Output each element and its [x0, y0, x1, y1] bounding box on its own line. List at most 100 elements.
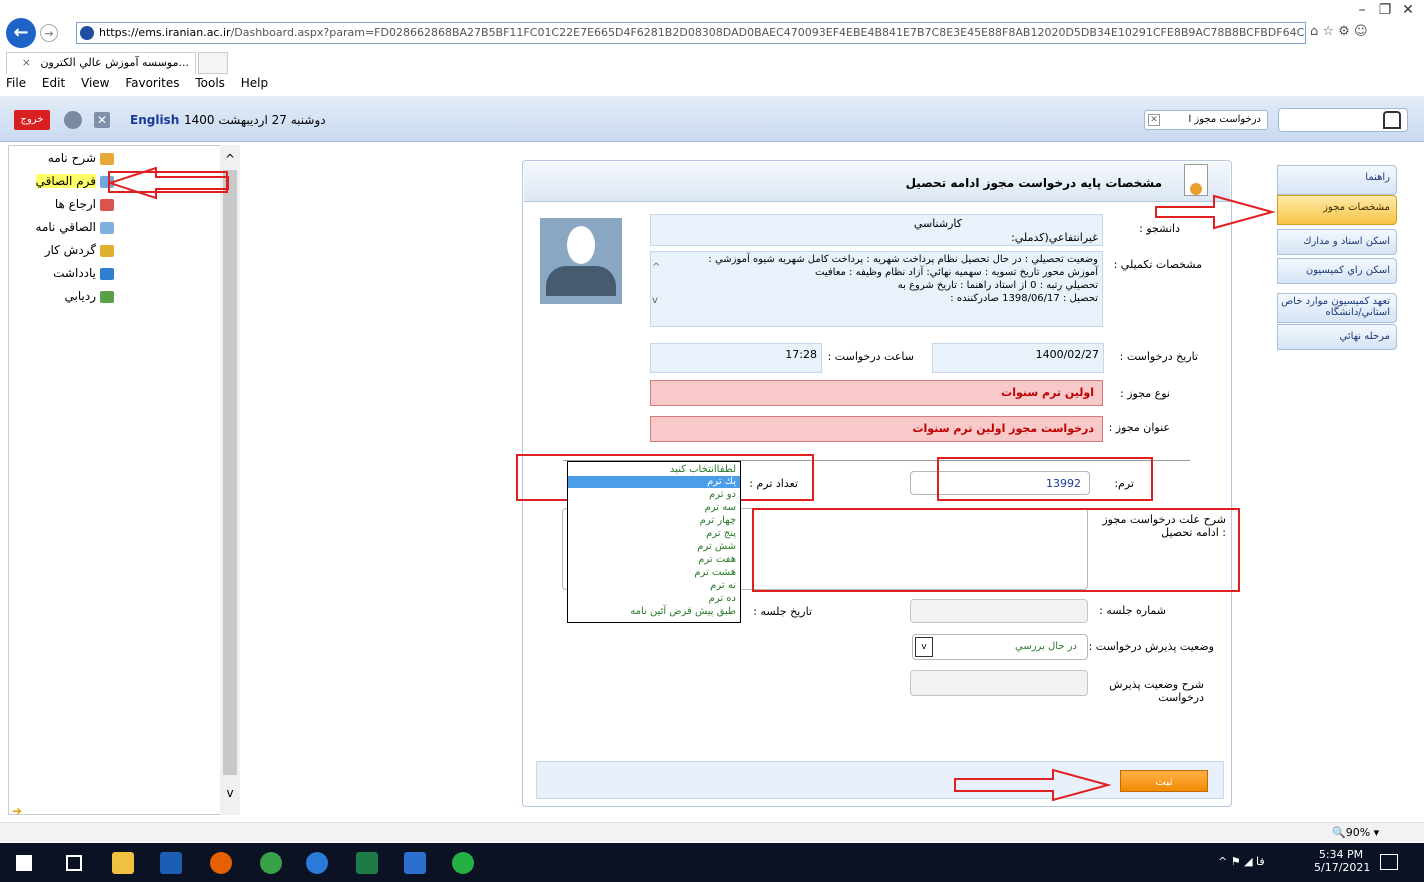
nav-guide[interactable]: راهنما: [1277, 165, 1397, 195]
sidebar-item-label: يادداشت: [53, 266, 96, 280]
annotation-box: [937, 457, 1153, 501]
nav-special-commission[interactable]: تعهد كميسيون موارد خاص استاني/دانشگاه: [1277, 293, 1397, 323]
nav-final-stage[interactable]: مرحله نهائي: [1277, 324, 1397, 350]
term-count-option-selected[interactable]: يك ترم: [568, 476, 740, 488]
sidebar-item-workflow[interactable]: گردش كار: [14, 243, 114, 261]
back-icon[interactable]: ←: [6, 18, 36, 48]
permit-title-field: درخواست مجوز اولين ترم سنوات: [650, 416, 1103, 442]
open-tab-close-icon[interactable]: ✕: [1148, 114, 1160, 126]
accept-status-value: در حال بررسي: [1015, 641, 1077, 652]
sidebar-scrollbar-thumb[interactable]: [223, 170, 237, 775]
internet-explorer-icon[interactable]: [306, 852, 328, 874]
request-date-label: تاريخ درخواست :: [1119, 350, 1198, 363]
session-number-input[interactable]: [910, 599, 1088, 623]
accept-status-select[interactable]: در حال بررسي v: [912, 634, 1088, 660]
term-count-option[interactable]: چهار ترم: [568, 515, 740, 527]
url-path: /Dashboard.aspx?param=FD028662868BA27B5B…: [230, 26, 1306, 39]
session-number-label: شماره جلسه :: [1099, 604, 1166, 617]
menu-help[interactable]: Help: [241, 76, 268, 90]
outlook-icon[interactable]: [160, 852, 182, 874]
task-view-icon[interactable]: [66, 855, 82, 871]
tray-icons[interactable]: ^ ⚑ ◢ فا: [1218, 855, 1298, 871]
whatsapp-icon[interactable]: [452, 852, 474, 874]
sidebar-item-attach-form[interactable]: فرم الصاقي: [14, 174, 114, 192]
term-count-option[interactable]: پنج ترم: [568, 528, 740, 540]
excel-icon[interactable]: [356, 852, 378, 874]
clock[interactable]: 5:34 PM 5/17/2021: [1314, 848, 1370, 874]
term-count-option[interactable]: شش ترم: [568, 541, 740, 553]
new-tab-button[interactable]: [198, 52, 228, 74]
student-nationalcode: غيرانتفاعي(كدملي:: [1011, 231, 1098, 244]
sidebar-item-label: گردش كار: [44, 243, 96, 257]
zoom-level[interactable]: 🔍90% ▾: [1332, 826, 1379, 839]
term-count-option[interactable]: ده ترم: [568, 593, 740, 605]
term-count-option[interactable]: هفت ترم: [568, 554, 740, 566]
sidebar-item-label: رديابي: [64, 289, 96, 303]
restore-button[interactable]: ❐: [1373, 2, 1397, 22]
sidebar-item-letter-desc[interactable]: شرح نامه: [14, 151, 114, 169]
accept-desc-input[interactable]: [910, 670, 1088, 696]
sidebar-item-label: ارجاع ها: [54, 197, 96, 211]
term-count-option[interactable]: هشت ترم: [568, 567, 740, 579]
chevron-down-icon[interactable]: v: [915, 637, 933, 657]
firefox-icon[interactable]: [210, 852, 232, 874]
expand-arrow-icon[interactable]: ➜: [12, 804, 26, 818]
minimize-button[interactable]: –: [1350, 2, 1374, 22]
accept-status-label: وضعيت پذيرش درخواست :: [1088, 640, 1214, 653]
menu-edit[interactable]: Edit: [42, 76, 65, 90]
tab-title: ...موسسه آموزش عالي الكترون: [40, 56, 189, 69]
remote-desktop-icon[interactable]: [404, 852, 426, 874]
sidebar-item-tracking[interactable]: رديابي: [14, 289, 114, 307]
chrome-icon[interactable]: [260, 852, 282, 874]
sidebar-item-attach-letter[interactable]: الصاقي نامه: [14, 220, 114, 238]
scroll-down-icon[interactable]: v: [223, 786, 237, 800]
english-link[interactable]: English: [130, 113, 179, 127]
details-line: تحصيل : 1398/06/17 صادركننده :: [950, 293, 1098, 304]
annotation-arrow-right: [1155, 194, 1276, 230]
user-icon: [1383, 111, 1401, 129]
browser-tab[interactable]: ...موسسه آموزش عالي الكترون ×: [6, 52, 196, 74]
tab-close-icon[interactable]: ×: [22, 56, 31, 69]
nav-scan-documents[interactable]: اسكن اسناد و مدارك: [1277, 229, 1397, 255]
details-line: آموزش محور تاريخ تسويه : سهميه نهائي: آز…: [815, 267, 1098, 278]
menu-favorites[interactable]: Favorites: [125, 76, 179, 90]
nav-scan-commission[interactable]: اسكن راي كميسيون: [1277, 258, 1397, 284]
menu-view[interactable]: View: [81, 76, 109, 90]
address-bar[interactable]: https://ems.iranian.ac.ir/Dashboard.aspx…: [76, 22, 1306, 44]
tracking-icon: [100, 290, 114, 303]
term-count-dropdown[interactable]: لطفاانتخاب كنيد يك ترم دو ترم سه ترم چها…: [567, 461, 741, 623]
details-scroll-icon[interactable]: ^ v: [652, 262, 662, 322]
forward-icon[interactable]: →: [40, 24, 58, 42]
nav-permit-details[interactable]: مشخصات مجوز: [1277, 195, 1397, 225]
request-date-value: 1400/02/27: [1035, 348, 1099, 361]
close-icon[interactable]: ✕: [94, 112, 110, 128]
term-count-option[interactable]: طبق پيش فرض آئين نامه: [568, 606, 740, 618]
file-explorer-icon[interactable]: [112, 852, 134, 874]
permit-title-label: عنوان مجوز :: [1108, 421, 1170, 434]
term-count-option[interactable]: دو ترم: [568, 489, 740, 501]
menu-file[interactable]: File: [6, 76, 26, 90]
letter-icon: [100, 152, 114, 165]
close-window-button[interactable]: ✕: [1396, 2, 1420, 22]
refresh-icon[interactable]: [64, 111, 82, 129]
windows-start-icon[interactable]: [16, 855, 32, 871]
sidebar-item-referrals[interactable]: ارجاع ها: [14, 197, 114, 215]
session-date-label: تاريخ جلسه :: [753, 605, 812, 618]
menu-bar: File Edit View Favorites Tools Help: [0, 76, 1424, 94]
term-count-option[interactable]: سه ترم: [568, 502, 740, 514]
logout-button[interactable]: خروج: [14, 110, 50, 130]
annotation-box: [752, 508, 1240, 592]
request-time-label: ساعت درخواست :: [827, 350, 914, 363]
notification-icon[interactable]: [1380, 854, 1398, 870]
term-count-option[interactable]: نه ترم: [568, 580, 740, 592]
menu-tools[interactable]: Tools: [195, 76, 225, 90]
toolbar-icons[interactable]: ⌂ ☆ ⚙ ☺: [1310, 24, 1410, 44]
annotation-arrow-right: [954, 768, 1112, 802]
annotation-arrow-left: [108, 166, 229, 200]
submit-button[interactable]: ثبت: [1120, 770, 1208, 792]
open-tab-pill[interactable]: درخواست مجوز ا: [1144, 110, 1268, 130]
student-field: كارشناسي غيرانتفاعي(كدملي:: [650, 214, 1103, 246]
term-count-option[interactable]: لطفاانتخاب كنيد: [568, 464, 740, 476]
scroll-up-icon[interactable]: ^: [223, 152, 237, 166]
sidebar-item-notes[interactable]: يادداشت: [14, 266, 114, 284]
